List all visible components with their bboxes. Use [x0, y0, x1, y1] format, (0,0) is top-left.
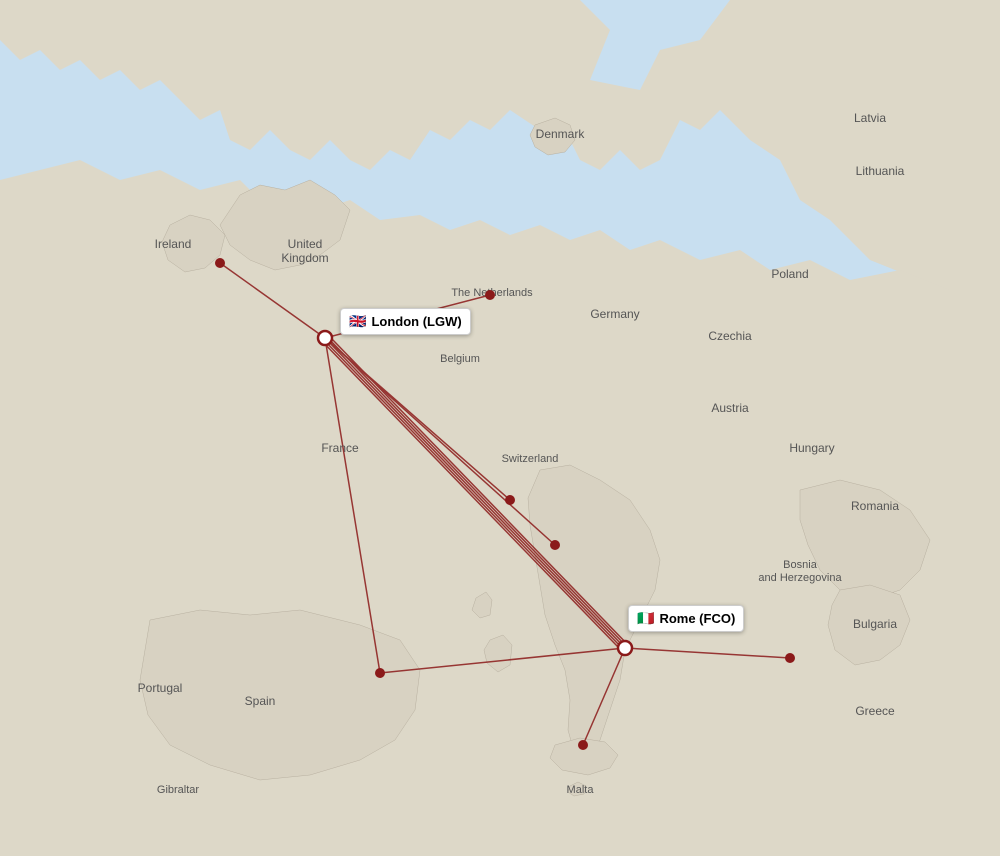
svg-text:Spain: Spain	[245, 694, 276, 708]
svg-text:Belgium: Belgium	[440, 353, 480, 365]
svg-text:Gibraltar: Gibraltar	[157, 784, 200, 796]
dot-midfrance	[505, 495, 515, 505]
svg-text:Hungary: Hungary	[789, 441, 834, 455]
rome-label: 🇮🇹 Rome (FCO)	[628, 605, 744, 632]
dot-ireland	[215, 258, 225, 268]
label-ireland: Ireland	[155, 237, 192, 251]
svg-text:Switzerland: Switzerland	[502, 453, 559, 465]
svg-text:France: France	[321, 441, 359, 455]
svg-text:Bosnia: Bosnia	[783, 559, 818, 571]
dot-spain	[375, 668, 385, 678]
dot-greece	[785, 653, 795, 663]
dot-sicily	[578, 740, 588, 750]
map-container: Ireland United Kingdom Denmark Latvia Li…	[0, 0, 1000, 856]
svg-text:Czechia: Czechia	[708, 329, 752, 343]
svg-text:Greece: Greece	[855, 704, 895, 718]
london-label: 🇬🇧 London (LGW)	[340, 308, 471, 335]
svg-text:Lithuania: Lithuania	[856, 164, 905, 178]
svg-text:Austria: Austria	[711, 401, 749, 415]
dot-nitaly	[550, 540, 560, 550]
svg-text:and Herzegovina: and Herzegovina	[758, 572, 842, 584]
svg-text:Kingdom: Kingdom	[281, 251, 328, 265]
dot-amsterdam	[485, 290, 495, 300]
dot-rome	[618, 641, 632, 655]
svg-text:Bulgaria: Bulgaria	[853, 617, 897, 631]
london-flag: 🇬🇧	[349, 313, 366, 330]
svg-text:Poland: Poland	[771, 267, 808, 281]
svg-text:Malta: Malta	[567, 784, 595, 796]
london-label-text: London (LGW)	[371, 314, 461, 329]
svg-text:Germany: Germany	[590, 307, 639, 321]
map-svg: Ireland United Kingdom Denmark Latvia Li…	[0, 0, 1000, 856]
svg-text:Latvia: Latvia	[854, 111, 886, 125]
rome-flag: 🇮🇹	[637, 610, 654, 627]
rome-label-text: Rome (FCO)	[659, 611, 735, 626]
dot-london	[318, 331, 332, 345]
svg-text:Portugal: Portugal	[138, 681, 183, 695]
svg-text:United: United	[288, 237, 323, 251]
svg-text:Denmark: Denmark	[536, 127, 586, 141]
svg-text:Romania: Romania	[851, 499, 899, 513]
